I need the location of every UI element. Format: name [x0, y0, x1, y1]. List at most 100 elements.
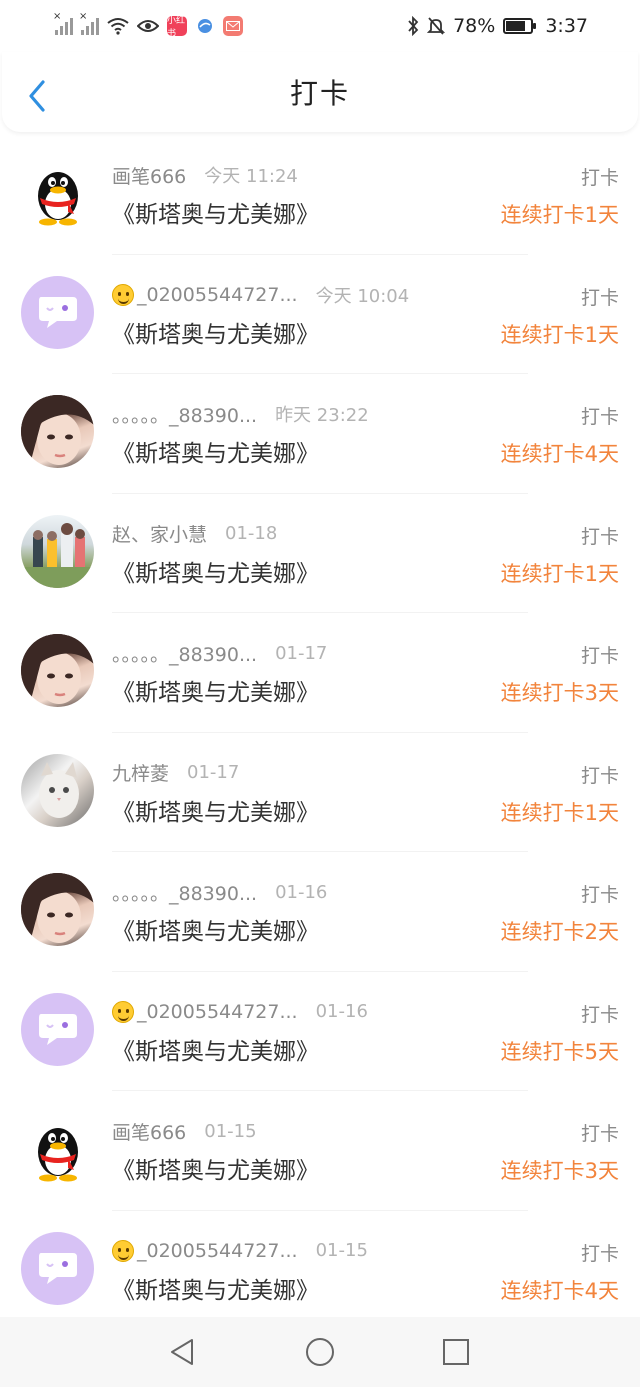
status-bar-left: × × 小红书 — [53, 11, 243, 39]
qq-penguin-icon — [37, 171, 78, 225]
book-title[interactable]: 《斯塔奥与尤美娜》 — [112, 1032, 319, 1066]
avatar[interactable] — [21, 992, 94, 1066]
timestamp: 今天 11:24 — [204, 166, 298, 187]
checkin-list-item[interactable]: 画笔666 今天 11:24 《斯塔奥与尤美娜》 打卡连续打卡1天 — [0, 135, 640, 255]
mute-bell-icon — [427, 17, 446, 35]
avatar[interactable] — [21, 753, 94, 827]
triangle-back-icon — [171, 1339, 193, 1365]
user-name[interactable]: _02005544727... — [137, 1240, 298, 1262]
wifi-icon — [107, 18, 129, 35]
checkin-list-item[interactable]: 画笔666 01-15 《斯塔奥与尤美娜》 打卡连续打卡3天 — [0, 1091, 640, 1211]
checkin-list-item[interactable]: 赵、家小慧 01-18 《斯塔奥与尤美娜》 打卡 连续打卡1天 — [0, 494, 640, 613]
book-title[interactable]: 《斯塔奥与尤美娜》 — [112, 1151, 319, 1185]
user-name[interactable]: 画笔666 — [112, 162, 186, 189]
timestamp: 01-17 — [275, 642, 328, 664]
checkin-list-item[interactable]: 。。。。。_88390... 01-17 《斯塔奥与尤美娜》 打卡连续打卡3天 — [0, 613, 640, 733]
eye-icon — [137, 20, 159, 32]
user-meta: 九梓菱 01-17 — [112, 761, 239, 785]
avatar[interactable] — [21, 395, 94, 468]
chat-bubble-icon — [38, 1014, 77, 1045]
timestamp: 01-17 — [187, 762, 240, 783]
girl-photo-icon — [21, 873, 94, 946]
book-title[interactable]: 《斯塔奥与尤美娜》 — [112, 912, 319, 946]
user-name[interactable]: 。。。。。_88390... — [112, 640, 257, 667]
user-name-group: _02005544727... — [112, 1000, 298, 1023]
girl-photo-icon — [21, 634, 94, 707]
streak-label: 连续打卡1天 — [500, 561, 619, 586]
signal-icon-2: × — [79, 11, 99, 35]
checkin-tag: 打卡 — [580, 884, 619, 906]
book-title[interactable]: 《斯塔奥与尤美娜》 — [112, 793, 319, 827]
book-title[interactable]: 《斯塔奥与尤美娜》 — [112, 673, 319, 707]
checkin-list-item[interactable]: 。。。。。_88390... 昨天 23:22 《斯塔奥与尤美娜》 打卡 连续打卡4天 — [0, 374, 640, 494]
user-meta: _02005544727... 01-16 — [112, 1000, 368, 1024]
checkin-tag: 打卡 — [580, 286, 619, 309]
book-title[interactable]: 《斯塔奥与尤美娜》 — [112, 554, 319, 588]
checkin-list-item[interactable]: _02005544727... 今天 10:04 《斯塔奥与尤美娜》 打卡 连续打卡1天 — [0, 255, 640, 374]
checkin-tag: 打卡 — [580, 167, 619, 189]
battery-icon — [503, 18, 537, 34]
user-name[interactable]: 。。。。。_88390... — [112, 879, 257, 906]
user-meta: 画笔666 01-15 — [112, 1118, 257, 1145]
user-meta: 。。。。。_88390... 01-16 — [112, 879, 328, 906]
back-button[interactable] — [22, 78, 52, 114]
avatar[interactable] — [21, 275, 94, 349]
book-title[interactable]: 《斯塔奥与尤美娜》 — [112, 434, 319, 468]
avatar[interactable] — [21, 1112, 94, 1185]
circle-home-icon — [306, 1338, 334, 1366]
timestamp: 昨天 23:22 — [275, 405, 369, 426]
checkin-tag: 打卡 — [580, 645, 619, 667]
nav-recents-button[interactable] — [441, 1337, 471, 1367]
nav-home-button[interactable] — [305, 1337, 335, 1367]
checkin-list: 画笔666 今天 11:24 《斯塔奥与尤美娜》 打卡 连续打卡1天 _020055447… — [0, 135, 640, 1330]
system-nav-bar — [0, 1317, 640, 1387]
user-meta: _02005544727... 01-15 — [112, 1239, 368, 1263]
streak-label: 连续打卡2天 — [500, 920, 619, 944]
chat-bubble-icon — [38, 297, 77, 328]
user-name[interactable]: 赵、家小慧 — [112, 520, 207, 547]
user-name[interactable]: 九梓菱 — [112, 759, 169, 786]
user-name-group: _02005544727... — [112, 1239, 298, 1262]
user-name[interactable]: _02005544727... — [137, 284, 298, 306]
checkin-tag: 打卡 — [580, 406, 619, 428]
avatar[interactable] — [21, 514, 94, 588]
user-meta: 。。。。。_88390... 昨天 23:22 — [112, 401, 369, 428]
battery-percent: 78% — [453, 15, 496, 37]
avatar[interactable] — [21, 634, 94, 707]
nav-back-button[interactable] — [168, 1337, 198, 1367]
xiaohongshu-app-icon: 小红书 — [167, 16, 187, 39]
girl-photo-icon — [21, 395, 94, 468]
grinning-face-icon — [112, 1239, 134, 1262]
top-bar: 打卡 — [2, 52, 638, 132]
signal-icon: × — [53, 11, 73, 35]
grinning-face-icon — [112, 283, 134, 306]
book-title[interactable]: 《斯塔奥与尤美娜》 — [112, 195, 319, 229]
streak-label: 连续打卡3天 — [500, 681, 619, 705]
avatar[interactable] — [21, 1231, 94, 1305]
streak-label: 连续打卡3天 — [500, 1159, 619, 1183]
checkin-list-item[interactable]: _02005544727... 01-16 《斯塔奥与尤美娜》 打卡 连续打卡5天 — [0, 972, 640, 1091]
book-title[interactable]: 《斯塔奥与尤美娜》 — [112, 315, 319, 349]
timestamp: 01-16 — [275, 881, 328, 903]
user-meta: 画笔666 今天 11:24 — [112, 162, 298, 189]
streak-label: 连续打卡1天 — [500, 203, 619, 227]
user-name[interactable]: 。。。。。_88390... — [112, 401, 257, 428]
checkin-tag: 打卡 — [580, 1242, 619, 1265]
user-name[interactable]: 画笔666 — [112, 1118, 186, 1145]
page-title: 打卡 — [289, 77, 350, 110]
timestamp: 01-16 — [315, 1001, 368, 1022]
avatar[interactable] — [21, 873, 94, 946]
user-meta: 赵、家小慧 01-18 — [112, 522, 277, 546]
book-title[interactable]: 《斯塔奥与尤美娜》 — [112, 1271, 319, 1305]
avatar[interactable] — [21, 156, 94, 229]
timestamp: 01-15 — [204, 1120, 257, 1142]
user-name[interactable]: _02005544727... — [137, 1001, 298, 1023]
timestamp: 01-15 — [315, 1240, 368, 1261]
checkin-tag: 打卡 — [580, 1123, 619, 1145]
clock: 3:37 — [545, 15, 588, 37]
status-bar-right: 78% 3:37 — [407, 15, 588, 37]
checkin-list-item[interactable]: 。。。。。_88390... 01-16 《斯塔奥与尤美娜》 打卡连续打卡2天 — [0, 852, 640, 972]
checkin-list-item[interactable]: _02005544727... 01-15 《斯塔奥与尤美娜》 打卡 连续打卡4天 — [0, 1211, 640, 1330]
checkin-list-item[interactable]: 九梓菱 01-17 《斯塔奥与尤美娜》 打卡 连续打卡1天 — [0, 733, 640, 852]
mail-app-icon — [223, 16, 243, 36]
